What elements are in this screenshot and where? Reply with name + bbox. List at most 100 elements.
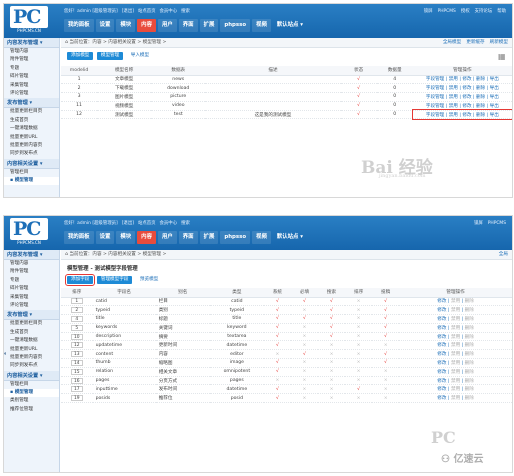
sidebar-item-comments[interactable]: 评论管理 [4, 302, 59, 310]
sidebar-item-clean-data[interactable]: 一键清理数据 [4, 125, 59, 133]
sidebar-item-special[interactable]: 专题 [4, 65, 59, 73]
site-home-link[interactable]: 站点首页 [138, 221, 156, 226]
sidebar-item-collect[interactable]: 采集管理 [4, 82, 59, 90]
sidebar-item-positions[interactable]: 推荐位管理 [4, 406, 59, 414]
delete-link[interactable]: 删除 [465, 308, 474, 313]
disable-link[interactable]: 禁用 [451, 326, 460, 331]
order-input[interactable]: 12 [70, 342, 83, 349]
sidebar-collapse-arrow-icon[interactable]: ◂ [4, 350, 6, 357]
cell-order[interactable]: 17 [61, 384, 93, 395]
nav-users[interactable]: 用户 [157, 19, 177, 32]
sidebar-item-types[interactable]: 类别管理 [4, 397, 59, 405]
update-cache-link[interactable]: 更新缓存 [466, 40, 484, 45]
nav-extend[interactable]: 扩展 [199, 19, 219, 32]
edit-link[interactable]: 修改 [437, 379, 446, 384]
license-link[interactable]: 授权 [461, 9, 470, 14]
site-selector[interactable]: 默认站点 ▾ [273, 19, 307, 32]
sidebar-section-content[interactable]: 内容发布管理 ▾ [4, 38, 59, 48]
nav-content[interactable]: 内容 [137, 231, 156, 244]
sidebar-item-manage-content[interactable]: 管理内容 [4, 260, 59, 268]
help-link[interactable]: 帮助 [497, 9, 506, 14]
nav-modules[interactable]: 模块 [116, 231, 136, 244]
disable-link[interactable]: 禁用 [451, 361, 460, 366]
edit-link[interactable]: 修改 [437, 335, 446, 340]
grid-view-icon[interactable]: ▦ [498, 53, 506, 61]
sidebar-section-settings[interactable]: 内容相关设置 ▾ [4, 158, 59, 169]
preview-model-button[interactable]: 预览模型 [136, 276, 162, 284]
edit-link[interactable]: 修改 [437, 361, 446, 366]
order-input[interactable]: 2 [70, 307, 83, 314]
sidebar-item-categories[interactable]: 管理栏目 [4, 381, 59, 389]
sidebar-item-categories[interactable]: 管理栏目 [4, 169, 59, 177]
disable-link[interactable]: 禁用 [451, 343, 460, 348]
edit-link[interactable]: 修改 [437, 343, 446, 348]
sidebar-item-clean-data[interactable]: 一键清理数据 [4, 337, 59, 345]
edit-link[interactable]: 修改 [437, 387, 446, 392]
import-model-button[interactable]: 导入模型 [127, 52, 153, 60]
order-input[interactable]: 4 [70, 315, 83, 322]
refresh-model-link[interactable]: 刷新模型 [490, 40, 508, 45]
sidebar-section-content[interactable]: 内容发布管理 ▾ [4, 250, 59, 260]
site-selector[interactable]: 默认站点 ▾ [273, 231, 307, 244]
search-link[interactable]: 搜索 [181, 9, 190, 14]
row-actions[interactable]: 字段管理 | 禁用 | 修改 | 删除 | 导出 [412, 75, 512, 85]
logout-link[interactable]: [退出] [122, 221, 134, 226]
edit-link[interactable]: 修改 [437, 317, 446, 322]
disable-link[interactable]: 禁用 [451, 379, 460, 384]
delete-link[interactable]: 删除 [465, 387, 474, 392]
global-link[interactable]: 全局 [499, 252, 508, 257]
sidebar-item-gen-home[interactable]: 生成首页 [4, 329, 59, 337]
disable-link[interactable]: 禁用 [451, 370, 460, 375]
cell-order[interactable]: 13 [61, 349, 93, 360]
search-link[interactable]: 搜索 [181, 221, 190, 226]
order-input[interactable]: 15 [70, 368, 83, 375]
order-input[interactable]: 10 [70, 333, 83, 340]
disable-link[interactable]: 禁用 [451, 352, 460, 357]
disable-link[interactable]: 禁用 [451, 335, 460, 340]
delete-link[interactable]: 删除 [465, 326, 474, 331]
add-field-button[interactable]: 添加字段 [64, 274, 96, 286]
logout-link[interactable]: [退出] [122, 9, 134, 14]
cell-order[interactable]: 16 [61, 376, 93, 386]
delete-link[interactable]: 删除 [465, 379, 474, 384]
nav-interface[interactable]: 界面 [178, 19, 198, 32]
sidebar-item-attachments[interactable]: 附件管理 [4, 56, 59, 64]
cell-order[interactable]: 10 [61, 332, 93, 342]
edit-link[interactable]: 修改 [437, 308, 446, 313]
nav-video[interactable]: 视频 [252, 19, 271, 32]
cell-order[interactable]: 19 [61, 393, 93, 404]
order-input[interactable]: 13 [70, 351, 83, 358]
cell-order[interactable]: 4 [61, 314, 93, 324]
edit-link[interactable]: 修改 [437, 326, 446, 331]
edit-link[interactable]: 修改 [437, 352, 446, 357]
sidebar-item-update-url[interactable]: 批量更新URL [4, 134, 59, 142]
sidebar-item-attachments[interactable]: 附件管理 [4, 268, 59, 276]
nav-phpsso[interactable]: phpsso [220, 231, 251, 244]
cell-order[interactable]: 12 [61, 340, 93, 351]
delete-link[interactable]: 删除 [465, 299, 474, 304]
delete-link[interactable]: 删除 [465, 335, 474, 340]
delete-link[interactable]: 删除 [465, 361, 474, 366]
nav-my-panel[interactable]: 我的面板 [64, 231, 94, 244]
sidebar-item-gen-home[interactable]: 生成首页 [4, 117, 59, 125]
row-actions-highlighted[interactable]: 字段管理 | 禁用 | 修改 | 删除 | 导出 [411, 109, 512, 120]
sidebar-item-special[interactable]: 专题 [4, 277, 59, 285]
sidebar-item-models[interactable]: ▪ 模型管理 [4, 177, 59, 186]
sidebar-item-update-category[interactable]: 批量更新栏目页 [4, 108, 59, 116]
site-home-link[interactable]: 站点首页 [138, 9, 156, 14]
sidebar-item-sync[interactable]: 同步到发布点 [4, 362, 59, 370]
sidebar-item-comments[interactable]: 评论管理 [4, 90, 59, 98]
sidebar-item-update-url[interactable]: 批量更新URL [4, 346, 59, 354]
sidebar-item-blocks[interactable]: 碎片管理 [4, 73, 59, 81]
sidebar-section-settings[interactable]: 内容相关设置 ▾ [4, 370, 59, 381]
cell-order[interactable]: 5 [61, 323, 93, 333]
order-input[interactable]: 16 [70, 377, 83, 384]
delete-link[interactable]: 删除 [465, 370, 474, 375]
delete-link[interactable]: 删除 [465, 396, 474, 401]
phpcms-link[interactable]: PHPCMS [488, 221, 506, 226]
disable-link[interactable]: 禁用 [451, 308, 460, 313]
disable-link[interactable]: 禁用 [451, 387, 460, 392]
cell-order[interactable]: 15 [61, 367, 93, 377]
sidebar-section-publish[interactable]: 发布管理 ▾ [4, 98, 59, 109]
delete-link[interactable]: 删除 [465, 317, 474, 322]
